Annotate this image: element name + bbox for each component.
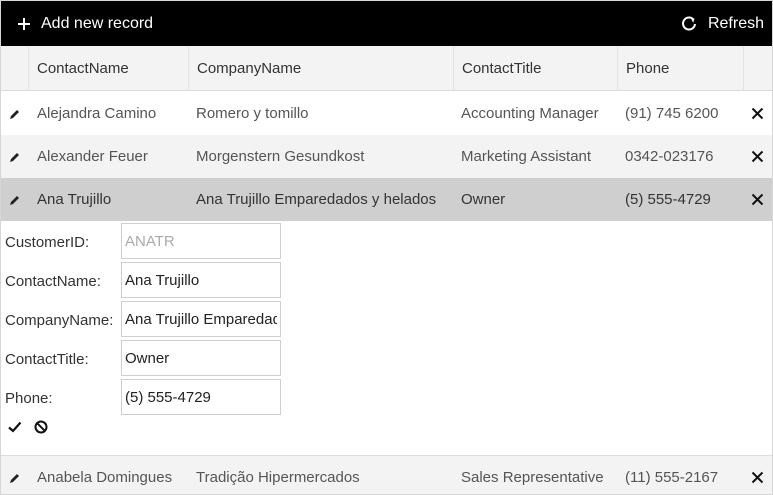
pencil-icon[interactable] (9, 456, 23, 494)
cell-company-name: Tradição Hipermercados (196, 469, 360, 486)
customer-id-field[interactable] (121, 223, 281, 259)
pencil-icon[interactable] (9, 92, 23, 135)
contact-name-label: ContactName: (5, 273, 101, 290)
table-row[interactable]: Alexander Feuer Morgenstern Gesundkost M… (1, 135, 772, 178)
cell-contact-name: Alexander Feuer (37, 148, 148, 165)
column-header-label: ContactTitle (462, 59, 542, 77)
refresh-label: Refresh (707, 14, 764, 32)
grid-header: ContactName CompanyName ContactTitle Pho… (1, 46, 772, 91)
cancel-icon[interactable] (33, 419, 49, 440)
pencil-icon[interactable] (9, 178, 23, 221)
contact-title-label: ContactTitle: (5, 351, 89, 368)
cell-company-name: Morgenstern Gesundkost (196, 148, 365, 165)
contact-title-field[interactable] (121, 340, 281, 376)
column-header-companyname[interactable]: CompanyName (188, 46, 454, 90)
company-name-label: CompanyName: (5, 312, 114, 329)
contact-name-field[interactable] (121, 262, 281, 298)
column-header-label: CompanyName (197, 59, 302, 77)
customer-id-label: CustomerID: (5, 234, 90, 251)
close-icon[interactable] (747, 178, 767, 221)
column-header-contacttitle[interactable]: ContactTitle (453, 46, 618, 90)
company-name-field[interactable] (121, 301, 281, 337)
refresh-icon (680, 15, 698, 33)
close-icon[interactable] (747, 92, 767, 135)
cell-contact-title: Owner (461, 191, 506, 208)
plus-icon (17, 17, 31, 31)
cell-phone: (91) 745 6200 (625, 105, 719, 122)
grid-widget: Add new record Refresh ContactName Compa… (0, 0, 773, 495)
column-header-label: Phone (626, 59, 670, 77)
cell-contact-name: Alejandra Camino (37, 105, 157, 122)
cell-contact-name: Ana Trujillo (37, 191, 112, 208)
refresh-button[interactable]: Refresh (680, 15, 764, 33)
toolbar: Add new record Refresh (1, 1, 772, 46)
checkmark-icon[interactable] (7, 419, 23, 440)
cell-contact-name: Anabela Domingues (37, 469, 173, 486)
cell-phone: (5) 555-4729 (625, 191, 711, 208)
column-header-phone[interactable]: Phone (617, 46, 744, 90)
cell-company-name: Ana Trujillo Emparedados y helados (196, 191, 437, 208)
phone-field[interactable] (121, 379, 281, 415)
cell-company-name: Romero y tomillo (196, 105, 309, 122)
table-row[interactable]: Anabela Domingues Tradição Hipermercados… (1, 455, 772, 494)
column-header-label: ContactName (37, 59, 129, 77)
column-header-contactname[interactable]: ContactName (28, 46, 189, 90)
cell-phone: (11) 555-2167 (625, 469, 719, 486)
cell-phone: 0342-023176 (625, 148, 714, 165)
close-icon[interactable] (747, 456, 767, 494)
add-new-record-button[interactable]: Add new record (17, 15, 153, 33)
add-new-record-label: Add new record (41, 14, 154, 32)
cell-contact-title: Accounting Manager (461, 105, 599, 122)
close-icon[interactable] (747, 135, 767, 178)
table-row[interactable]: Alejandra Camino Romero y tomillo Accoun… (1, 92, 772, 135)
edit-form: CustomerID: ContactName: CompanyName: Co… (1, 221, 772, 454)
cell-contact-title: Sales Representative (461, 469, 604, 486)
cell-contact-title: Marketing Assistant (461, 148, 592, 165)
phone-label: Phone: (5, 390, 53, 407)
table-row-selected[interactable]: Ana Trujillo Ana Trujillo Emparedados y … (1, 178, 772, 221)
column-header-actions (743, 46, 772, 90)
pencil-icon[interactable] (9, 135, 23, 178)
